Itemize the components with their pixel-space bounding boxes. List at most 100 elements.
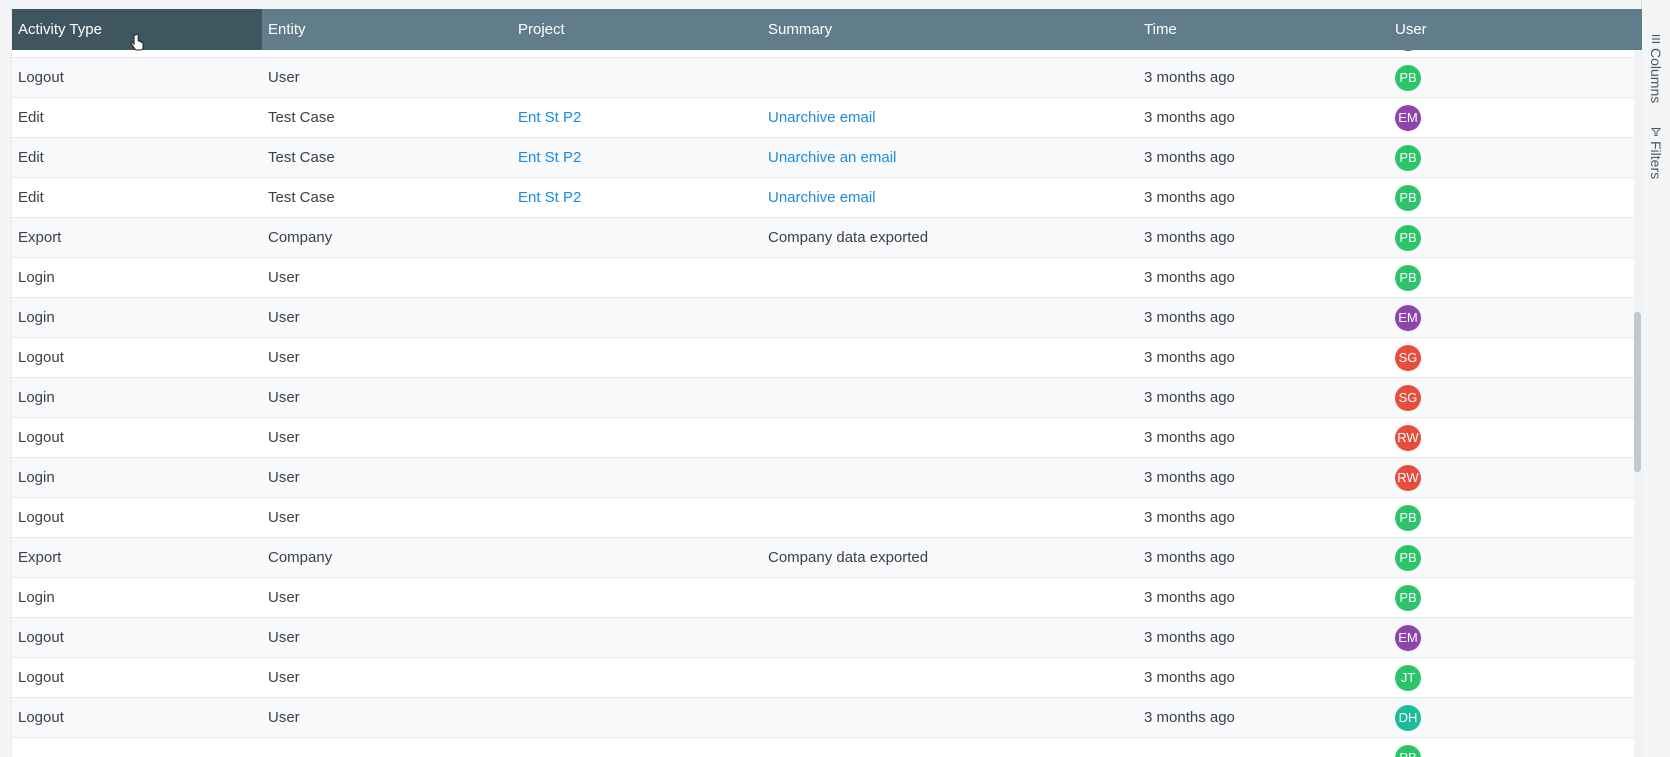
cell-summary xyxy=(762,458,768,498)
tool-panel-sidebar: Columns Filters xyxy=(1641,0,1670,757)
cell-summary: Company data exported xyxy=(768,229,929,246)
table-row[interactable]: PB xyxy=(12,738,1634,757)
cell-entity: User xyxy=(268,429,300,446)
user-avatar[interactable]: PB xyxy=(1395,745,1421,757)
header-project[interactable]: Project xyxy=(512,9,762,50)
user-avatar[interactable]: EM xyxy=(1395,50,1421,51)
cell-entity: User xyxy=(268,389,300,406)
cell-project xyxy=(512,298,518,338)
cell-summary xyxy=(762,498,768,538)
activity-grid: Activity Type Entity Project Summary Tim… xyxy=(11,9,1642,757)
table-row[interactable]: Login User 3 months ago PB xyxy=(12,578,1634,618)
cell-entity: Company xyxy=(268,229,333,246)
cell-entity xyxy=(262,738,268,757)
table-row[interactable]: Login User 3 months ago EM xyxy=(12,298,1634,338)
grid-body: Login User 3 months ago EM Logout User 3 month… xyxy=(12,50,1634,757)
user-avatar[interactable]: PB xyxy=(1395,185,1421,211)
user-avatar[interactable]: EM xyxy=(1395,105,1421,131)
cell-time: 3 months ago xyxy=(1144,589,1235,606)
header-user[interactable]: User xyxy=(1389,9,1634,50)
user-avatar[interactable]: PB xyxy=(1395,225,1421,251)
columns-label: Columns xyxy=(1648,48,1664,104)
cell-summary xyxy=(762,258,768,298)
user-avatar[interactable]: EM xyxy=(1395,305,1421,331)
cell-activity-type: Login xyxy=(12,50,55,58)
cell-time: 3 months ago xyxy=(1144,429,1235,446)
cell-project xyxy=(512,218,518,258)
cell-time: 3 months ago xyxy=(1144,549,1235,566)
cell-project xyxy=(512,658,518,698)
cell-entity: User xyxy=(268,709,300,726)
cell-summary xyxy=(762,738,768,757)
cell-activity-type: Logout xyxy=(18,429,64,446)
cell-entity: User xyxy=(268,589,300,606)
user-avatar[interactable]: PB xyxy=(1395,585,1421,611)
cell-entity: User xyxy=(268,509,300,526)
user-avatar[interactable]: SG xyxy=(1395,385,1421,411)
cell-time: 3 months ago xyxy=(1144,629,1235,646)
user-avatar[interactable]: PB xyxy=(1395,145,1421,171)
table-row[interactable]: Edit Test Case Ent St P2 Unarchive email 3 m… xyxy=(12,178,1634,218)
cell-project[interactable]: Ent St P2 xyxy=(512,178,581,218)
user-avatar[interactable]: RW xyxy=(1395,425,1421,451)
cell-summary[interactable]: Unarchive email xyxy=(762,178,876,218)
filters-panel-button[interactable]: Filters xyxy=(1645,127,1667,179)
cell-project xyxy=(512,578,518,618)
user-avatar[interactable]: PB xyxy=(1395,65,1421,91)
cell-project[interactable]: Ent St P2 xyxy=(512,98,581,138)
cell-project[interactable]: Ent St P2 xyxy=(512,138,581,178)
cell-entity: User xyxy=(262,50,300,58)
cell-entity: User xyxy=(268,629,300,646)
cell-project xyxy=(512,338,518,378)
user-avatar[interactable]: JT xyxy=(1395,665,1421,691)
table-row[interactable]: Logout User 3 months ago RW xyxy=(12,418,1634,458)
table-row[interactable]: Login User 3 months ago PB xyxy=(12,258,1634,298)
table-row[interactable]: Logout User 3 months ago SG xyxy=(12,338,1634,378)
cell-project xyxy=(512,618,518,658)
table-row[interactable]: Export Company Company data exported 3 mont… xyxy=(12,538,1634,578)
table-row[interactable]: Edit Test Case Ent St P2 Unarchive an email… xyxy=(12,138,1634,178)
columns-panel-button[interactable]: Columns xyxy=(1645,34,1667,103)
cell-entity: User xyxy=(268,349,300,366)
table-row[interactable]: Logout User 3 months ago PB xyxy=(12,498,1634,538)
table-row[interactable]: Login User 3 months ago EM xyxy=(12,50,1634,58)
cell-project xyxy=(512,258,518,298)
user-avatar[interactable]: PB xyxy=(1395,505,1421,531)
table-row[interactable]: Logout User 3 months ago PB xyxy=(12,58,1634,98)
user-avatar[interactable]: SG xyxy=(1395,345,1421,371)
cell-time: 3 months ago xyxy=(1144,69,1235,86)
cell-entity: User xyxy=(268,669,300,686)
cell-project xyxy=(512,698,518,738)
header-time[interactable]: Time xyxy=(1138,9,1389,50)
cell-summary xyxy=(762,58,768,98)
cell-time: 3 months ago xyxy=(1144,189,1235,206)
cell-summary[interactable]: Unarchive email xyxy=(762,98,876,138)
cell-time: 3 months ago xyxy=(1144,309,1235,326)
table-row[interactable]: Login User 3 months ago RW xyxy=(12,458,1634,498)
table-row[interactable]: Logout User 3 months ago EM xyxy=(12,618,1634,658)
cell-time: 3 months ago xyxy=(1138,50,1235,58)
cell-summary[interactable]: Unarchive an email xyxy=(762,138,896,178)
cell-activity-type: Logout xyxy=(18,509,64,526)
user-avatar[interactable]: EM xyxy=(1395,625,1421,651)
cell-summary xyxy=(762,698,768,738)
cell-project xyxy=(512,738,518,757)
table-row[interactable]: Export Company Company data exported 3 mont… xyxy=(12,218,1634,258)
table-row[interactable]: Logout User 3 months ago JT xyxy=(12,658,1634,698)
user-avatar[interactable]: DH xyxy=(1395,705,1421,731)
vertical-scrollbar[interactable] xyxy=(1634,50,1642,757)
table-row[interactable]: Logout User 3 months ago DH xyxy=(12,698,1634,738)
header-entity[interactable]: Entity xyxy=(262,9,512,50)
cell-activity-type: Logout xyxy=(18,709,64,726)
cell-time: 3 months ago xyxy=(1144,469,1235,486)
user-avatar[interactable]: PB xyxy=(1395,265,1421,291)
cell-summary xyxy=(762,658,768,698)
table-row[interactable]: Login User 3 months ago SG xyxy=(12,378,1634,418)
table-row[interactable]: Edit Test Case Ent St P2 Unarchive email 3 m… xyxy=(12,98,1634,138)
cell-summary xyxy=(762,298,768,338)
user-avatar[interactable]: PB xyxy=(1395,545,1421,571)
cell-time: 3 months ago xyxy=(1144,229,1235,246)
scrollbar-thumb[interactable] xyxy=(1634,312,1641,472)
user-avatar[interactable]: RW xyxy=(1395,465,1421,491)
header-summary[interactable]: Summary xyxy=(762,9,1138,50)
